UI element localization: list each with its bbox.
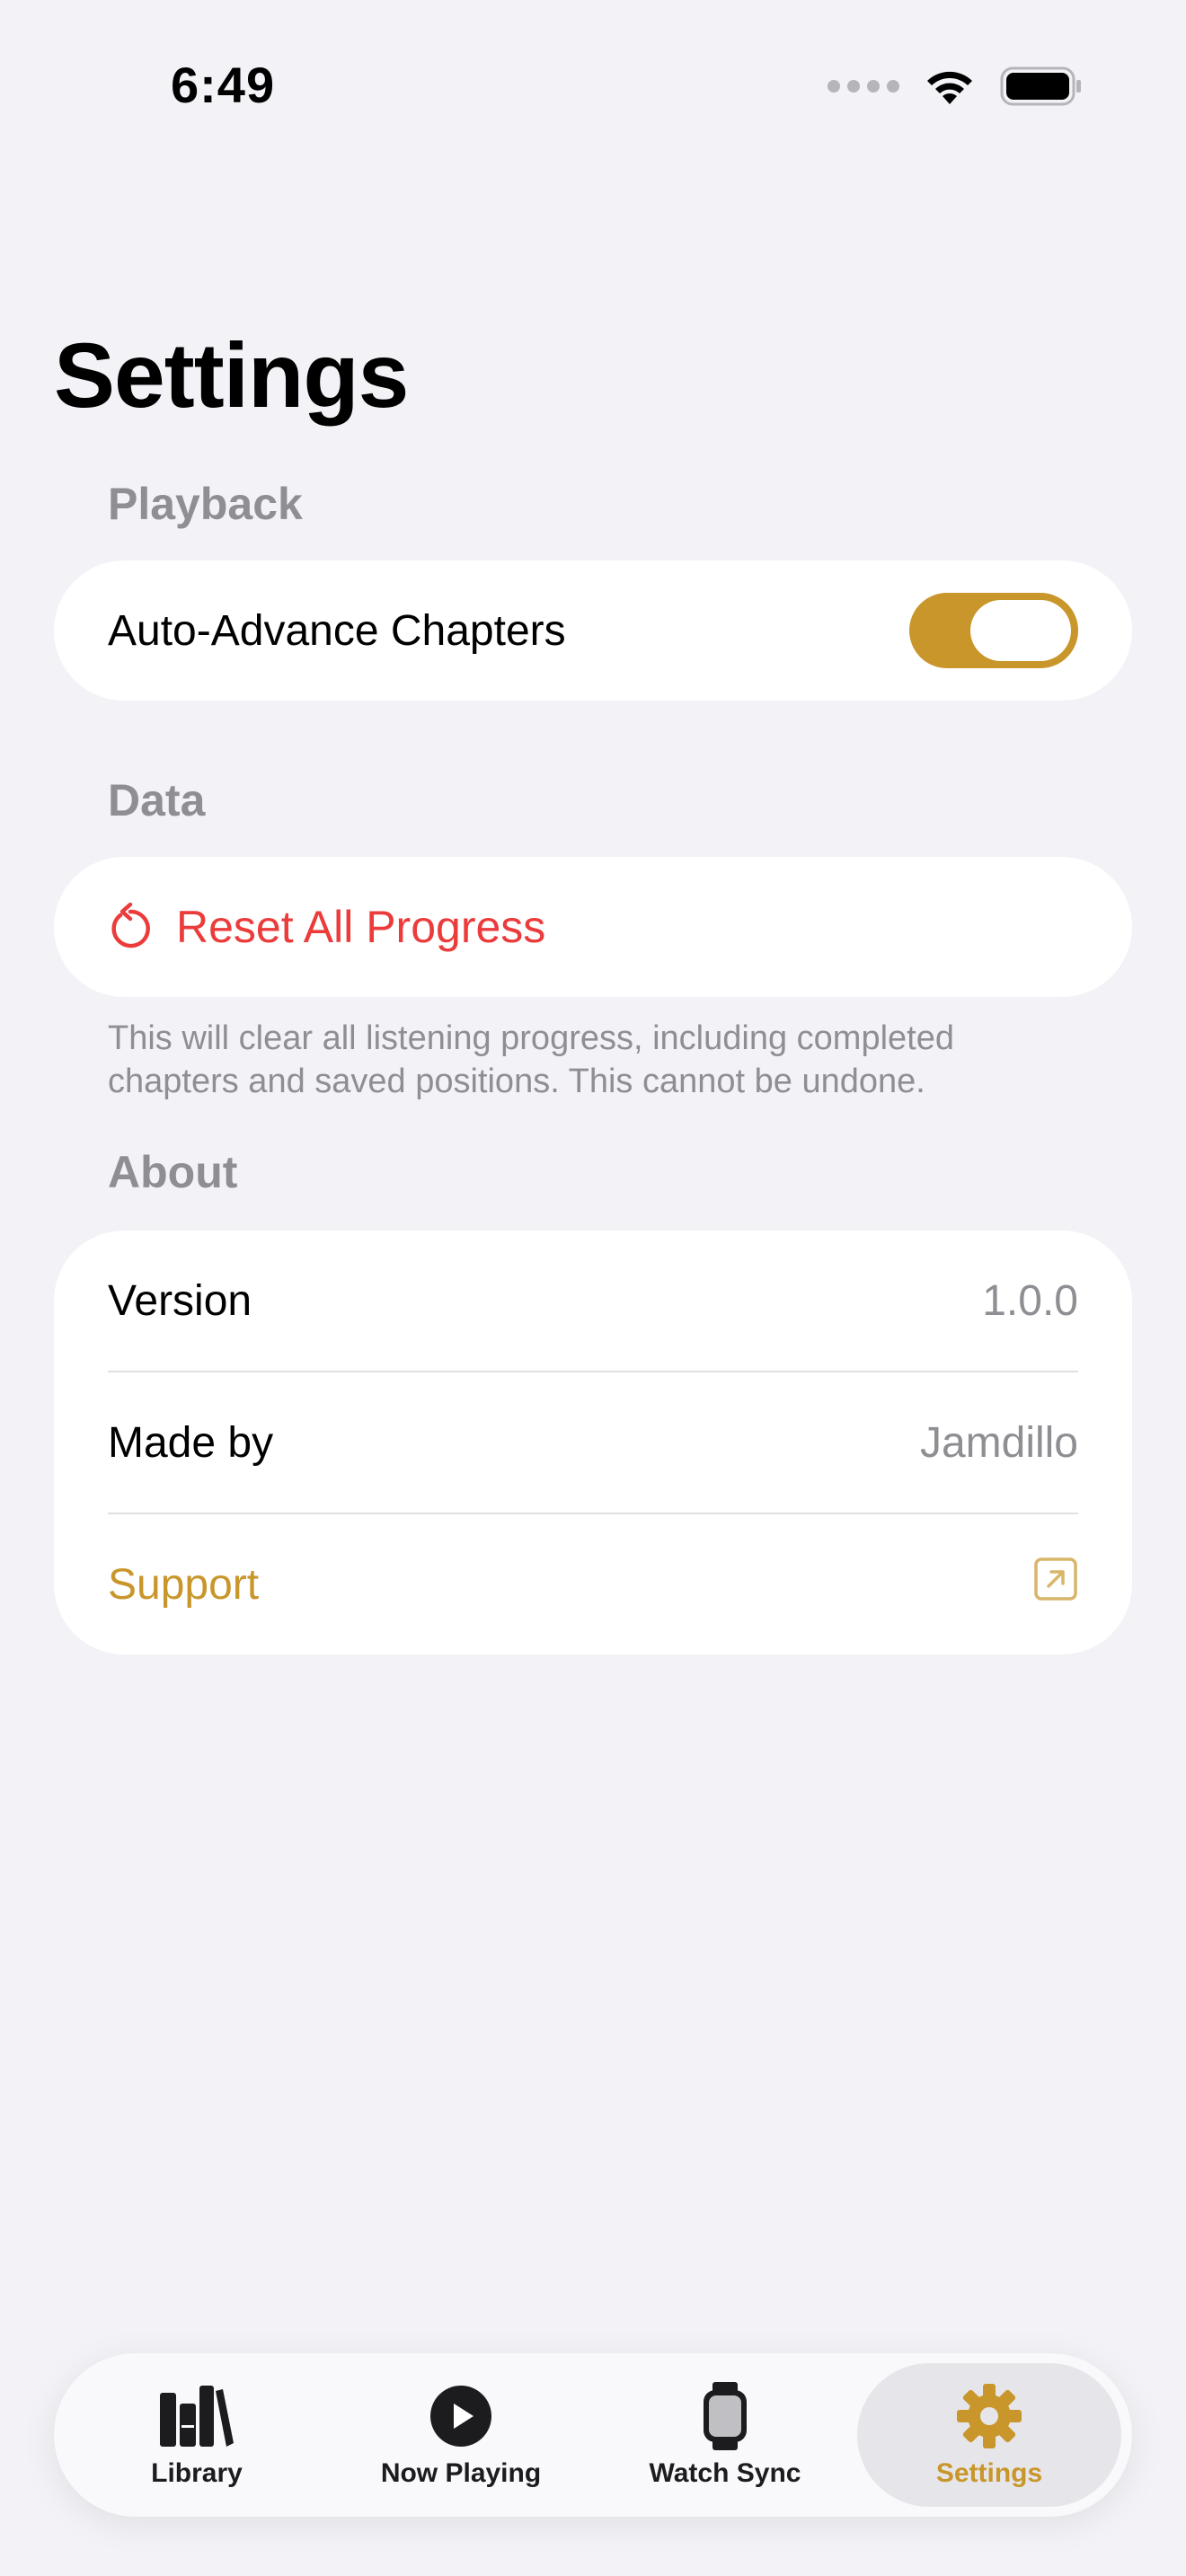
auto-advance-toggle[interactable] [909,593,1078,668]
tab-now-playing-label: Now Playing [380,2458,542,2488]
settings-screen: 6:49 Settings Playback Auto-Advance Chap… [0,0,1186,2576]
watch-icon [700,2381,750,2451]
status-indicators [828,66,1083,106]
playback-card: Auto-Advance Chapters [54,560,1132,701]
version-label: Version [108,1276,252,1325]
auto-advance-row: Auto-Advance Chapters [54,560,1132,701]
made-by-value: Jamdillo [919,1418,1078,1467]
version-row: Version 1.0.0 [54,1231,1132,1371]
battery-icon [1000,66,1083,106]
made-by-label: Made by [108,1418,274,1467]
reset-all-progress-label: Reset All Progress [176,902,546,952]
play-circle-icon [429,2381,493,2451]
support-label: Support [108,1560,260,1609]
reset-arrow-icon [108,903,153,951]
cellular-signal-icon [828,80,899,93]
tab-library[interactable]: Library [65,2363,329,2507]
section-header-data: Data [108,775,206,825]
status-time: 6:49 [171,57,276,113]
page-title: Settings [54,324,409,427]
version-value: 1.0.0 [982,1276,1078,1325]
reset-footnote: This will clear all listening progress, … [108,1019,954,1100]
data-card: Reset All Progress [54,857,1132,997]
external-link-icon [1033,1557,1078,1612]
wifi-icon [923,66,977,106]
tab-settings-label: Settings [935,2458,1043,2488]
section-header-about: About [108,1147,238,1197]
section-header-playback: Playback [108,479,303,529]
books-icon [158,2381,235,2451]
tab-library-label: Library [151,2458,243,2488]
toggle-knob [970,600,1071,661]
tab-watch-sync-label: Watch Sync [649,2458,801,2488]
about-card: Version 1.0.0 Made by Jamdillo Support [54,1231,1132,1654]
made-by-row: Made by Jamdillo [54,1372,1132,1513]
support-link[interactable]: Support [54,1514,1132,1654]
tab-bar: Library Now Playing Watch Sync Settings [54,2353,1132,2517]
tab-settings[interactable]: Settings [857,2363,1121,2507]
gear-icon [955,2381,1023,2451]
tab-watch-sync[interactable]: Watch Sync [593,2363,857,2507]
auto-advance-label: Auto-Advance Chapters [108,606,566,655]
reset-all-progress-button[interactable]: Reset All Progress [54,857,1132,997]
tab-now-playing[interactable]: Now Playing [329,2363,593,2507]
